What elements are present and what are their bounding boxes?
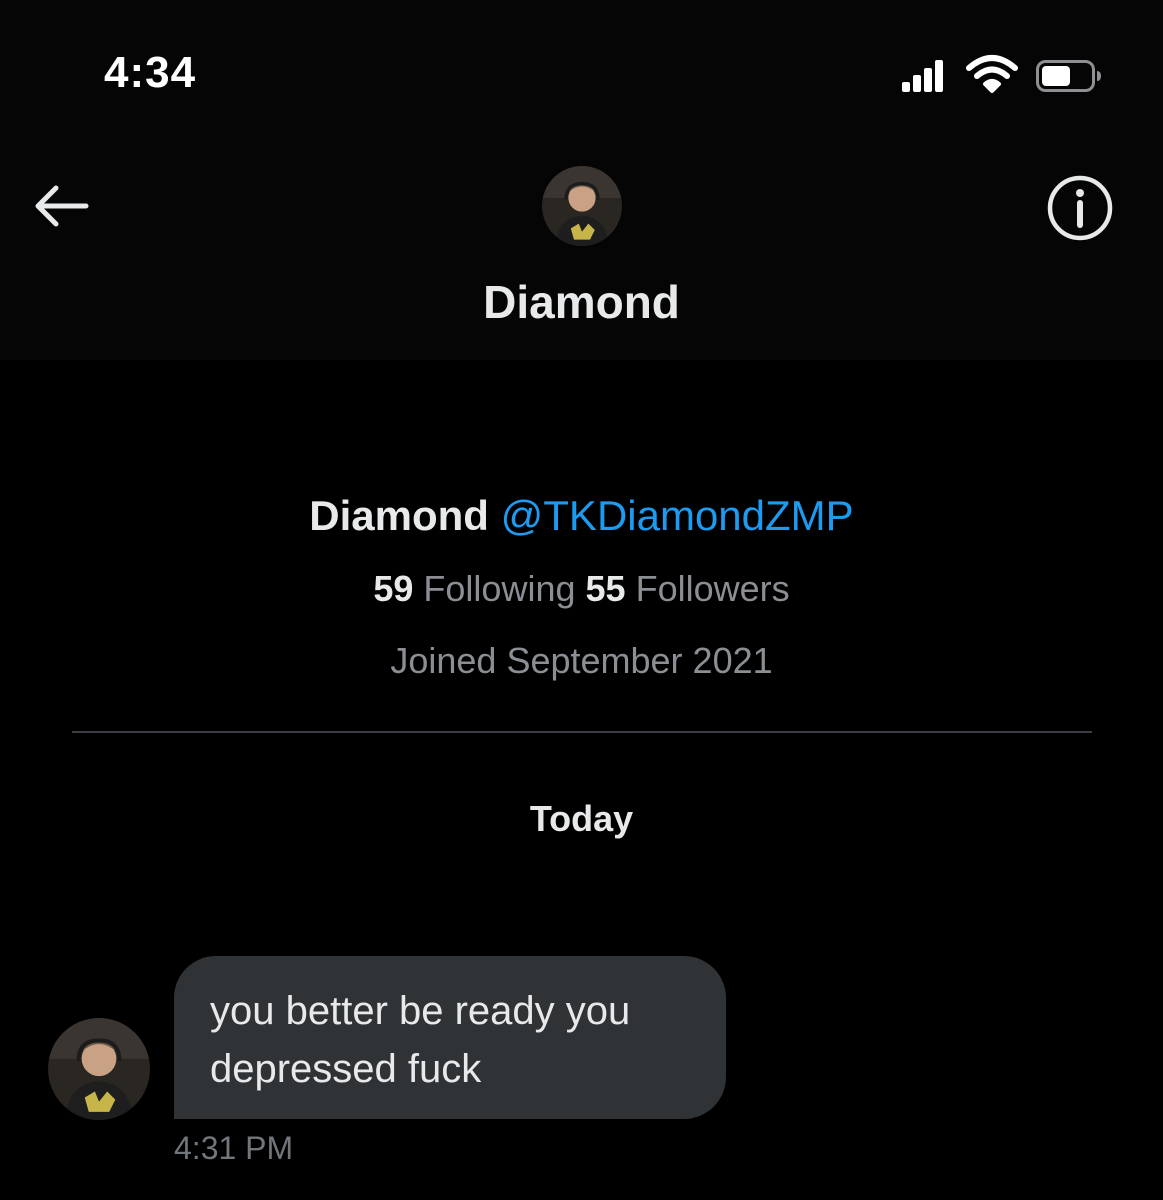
profile-name-line[interactable]: Diamond @TKDiamondZMP — [0, 492, 1163, 540]
message-timestamp: 4:31 PM — [174, 1130, 294, 1166]
profile-stats: 59 Following 55 Followers — [0, 568, 1163, 610]
avatar-photo — [48, 1018, 150, 1120]
profile-handle[interactable]: @TKDiamondZMP — [501, 492, 854, 539]
divider — [72, 731, 1092, 733]
followers-count[interactable]: 55 — [586, 568, 626, 609]
avatar-photo — [542, 166, 622, 246]
profile-display-name[interactable]: Diamond — [309, 492, 489, 539]
followers-label[interactable]: Followers — [636, 568, 790, 609]
day-separator: Today — [529, 798, 634, 839]
info-icon[interactable] — [1046, 174, 1114, 242]
message-avatar[interactable] — [48, 1018, 150, 1120]
status-bar-time: 4:34 — [104, 48, 197, 97]
message-bubble[interactable]: you better be ready you depressed fuck — [174, 956, 726, 1119]
following-label[interactable]: Following — [423, 568, 575, 609]
back-arrow-icon[interactable] — [30, 180, 90, 232]
conversation-title[interactable]: Diamond — [0, 275, 1163, 329]
wifi-icon — [966, 55, 1018, 93]
message-text: you better be ready you depressed fuck — [210, 989, 631, 1091]
battery-icon — [1036, 60, 1101, 92]
avatar[interactable] — [542, 166, 622, 246]
cellular-signal-icon — [902, 58, 943, 92]
joined-date: Joined September 2021 — [390, 640, 773, 681]
following-count[interactable]: 59 — [373, 568, 413, 609]
